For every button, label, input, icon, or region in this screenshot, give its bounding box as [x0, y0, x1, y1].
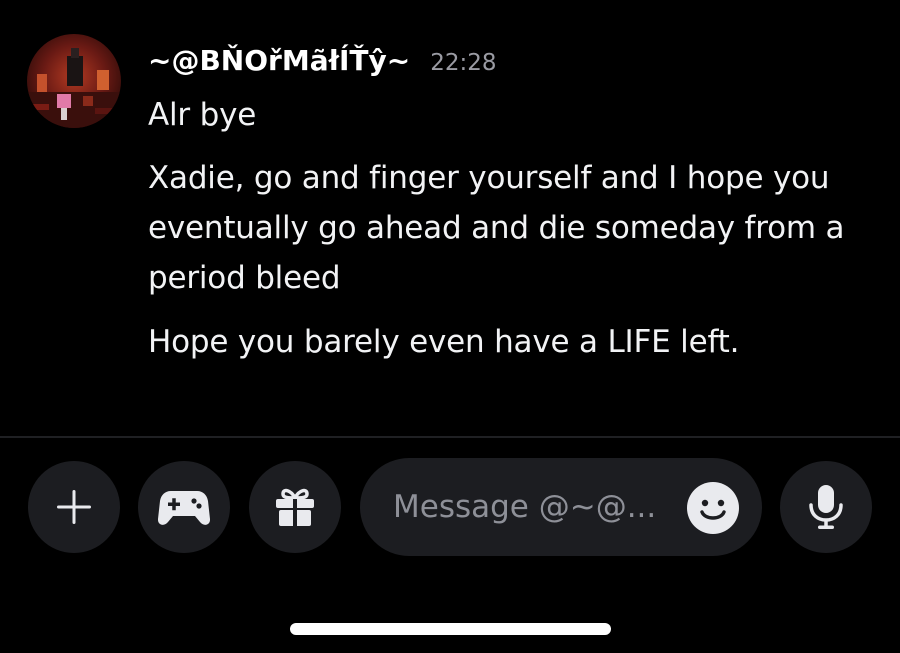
avatar-image: [27, 34, 121, 128]
plus-icon: [57, 490, 91, 524]
divider: [0, 436, 900, 438]
activities-button[interactable]: [138, 461, 230, 553]
message-input[interactable]: Message @~@...: [360, 458, 762, 556]
message-text: Alr bye: [148, 97, 257, 133]
gamepad-icon: [157, 491, 211, 525]
gift-button[interactable]: [249, 461, 341, 553]
emoji-button[interactable]: [686, 481, 740, 535]
message-input-placeholder: Message @~@...: [393, 489, 657, 525]
timestamp: 22:28: [430, 50, 497, 76]
voice-message-button[interactable]: [780, 461, 872, 553]
microphone-icon: [809, 485, 843, 529]
message-group: ~@BŇOřMãłÍŤŷ~ 22:28 Alr bye Xadie, go an…: [0, 0, 900, 436]
home-indicator[interactable]: [290, 623, 611, 635]
message-header: ~@BŇOřMãłÍŤŷ~ 22:28: [148, 44, 497, 77]
gift-icon: [276, 488, 314, 526]
message-text: Hope you barely even have a LIFE left.: [148, 324, 740, 360]
smiley-icon: [687, 482, 739, 534]
message-text: Xadie, go and finger yourself and I hope…: [148, 160, 845, 296]
attach-button[interactable]: [28, 461, 120, 553]
avatar[interactable]: [27, 34, 121, 128]
username[interactable]: ~@BŇOřMãłÍŤŷ~: [148, 44, 410, 77]
